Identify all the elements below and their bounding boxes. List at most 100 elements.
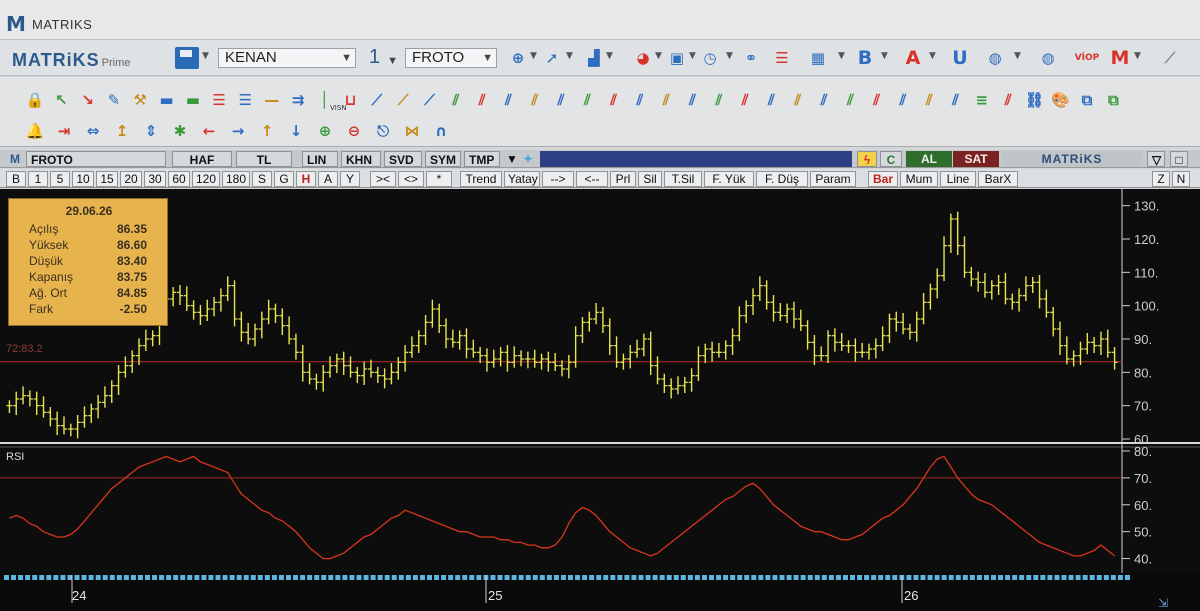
arrow-left-icon[interactable]: ← [198, 120, 220, 142]
handshake-icon[interactable]: ⚭ [741, 49, 761, 67]
fib9-icon[interactable]: ⫽ [655, 89, 677, 111]
tool-4[interactable]: <-- [576, 171, 608, 187]
edit-icon[interactable]: ✎ [103, 89, 125, 111]
chart-type-mum[interactable]: Mum [900, 171, 938, 187]
tool-1[interactable]: Trend [460, 171, 502, 187]
save-dropdown-icon[interactable]: ▼ [202, 51, 209, 61]
period-1[interactable]: 1 [28, 171, 48, 187]
button-svd[interactable]: SVD [384, 151, 422, 167]
parallel-icon[interactable]: ⫽ [997, 89, 1019, 111]
exit-icon[interactable]: ⎋ [372, 120, 394, 142]
tool-9[interactable]: F. Düş [756, 171, 808, 187]
fib5-icon[interactable]: ⫽ [550, 89, 572, 111]
arrow-down-right-icon[interactable]: ↘ [77, 89, 99, 111]
line-chart-icon[interactable]: ⟋ [1160, 49, 1180, 67]
list-icon[interactable]: ☰ [772, 49, 792, 67]
shrink-v-icon[interactable]: ↥ [111, 120, 133, 142]
fib15-icon[interactable]: ⫽ [813, 89, 835, 111]
buy-button[interactable]: AL [906, 151, 952, 167]
chart-type-bar[interactable]: Bar [868, 171, 898, 187]
dropdown-icon[interactable]: ▼ [726, 51, 733, 61]
dropdown-icon[interactable]: ▼ [881, 51, 888, 61]
fib3-icon[interactable]: ⫽ [497, 89, 519, 111]
arrow-up-icon[interactable]: ↑ [256, 120, 278, 142]
refresh-c-icon[interactable]: C [880, 151, 902, 167]
fib14-icon[interactable]: ⫽ [787, 89, 809, 111]
button-sym[interactable]: SYM [425, 151, 461, 167]
arrow-down-icon[interactable]: ↓ [285, 120, 307, 142]
bold-b-icon[interactable]: B [855, 49, 875, 68]
zoom-out-icon[interactable]: ⊖ [343, 120, 365, 142]
fib20-icon[interactable]: ⫽ [945, 89, 967, 111]
period-180[interactable]: 180 [222, 171, 250, 187]
save-icon[interactable] [175, 47, 199, 69]
expand-h-icon[interactable]: ⇔ [82, 120, 104, 142]
shrink-h-icon[interactable]: ⇥ [53, 120, 75, 142]
cursor-icon[interactable]: ➚ [542, 49, 562, 67]
button-khn[interactable]: KHN [341, 151, 381, 167]
period-120[interactable]: 120 [192, 171, 220, 187]
user-combo[interactable]: KENAN ▼ [218, 48, 356, 68]
button-tmp[interactable]: TMP [464, 151, 500, 167]
chart-period[interactable]: HAF [172, 151, 232, 167]
lightning-icon[interactable]: ϟ [857, 151, 877, 167]
button-lin[interactable]: LIN [302, 151, 338, 167]
fib2-icon[interactable]: ⫽ [471, 89, 493, 111]
tool-7[interactable]: T.Sil [664, 171, 702, 187]
hline-icon[interactable]: — [261, 89, 283, 111]
fib4-icon[interactable]: ⫽ [524, 89, 546, 111]
chart-currency[interactable]: TL [236, 151, 292, 167]
period-y[interactable]: Y [340, 171, 360, 187]
bell-icon[interactable]: 🔔 [24, 120, 46, 142]
dropdown-icon[interactable]: ▼ [530, 51, 537, 61]
viop-icon[interactable]: VİOP [1074, 49, 1100, 67]
trend1-icon[interactable]: ⟋ [366, 89, 388, 111]
dropdown-icon[interactable]: ▼ [1014, 51, 1021, 61]
tool-5[interactable]: Prl [610, 171, 636, 187]
period-5[interactable]: 5 [50, 171, 70, 187]
globe-icon[interactable]: ◍ [985, 49, 1005, 67]
fib17-icon[interactable]: ⫽ [866, 89, 888, 111]
period-a[interactable]: A [318, 171, 338, 187]
dropdown-icon[interactable]: ▼ [1134, 51, 1141, 61]
link-icon[interactable]: ⛓ [1023, 89, 1045, 111]
layout-number[interactable]: 1 ▼ [363, 47, 401, 68]
trend2-icon[interactable]: ⟋ [392, 89, 414, 111]
sell-button[interactable]: SAT [953, 151, 999, 167]
window-control-icon[interactable]: □ [1170, 151, 1188, 167]
chart-svg[interactable]: 60.70.80.90.100.110.120.130.40.50.60.70.… [0, 189, 1200, 611]
tools-icon[interactable]: ⚒ [129, 89, 151, 111]
copy-icon[interactable]: ⧉ [1076, 89, 1098, 111]
globe2-icon[interactable]: ◍ [1038, 49, 1058, 67]
tool-2[interactable]: Yatay [504, 171, 540, 187]
fib7-icon[interactable]: ⫽ [603, 89, 625, 111]
tool-10[interactable]: Param [810, 171, 856, 187]
fib8-icon[interactable]: ⫽ [629, 89, 651, 111]
zoom-in-icon[interactable]: ⊕ [314, 120, 336, 142]
asterisk-icon[interactable]: ✱ [169, 120, 191, 142]
dropdown-icon[interactable]: ▼ [566, 51, 573, 61]
news-icon[interactable]: ▦ [808, 49, 828, 67]
dropdown-icon[interactable]: ▼ [606, 51, 613, 61]
nav-button[interactable]: <> [398, 171, 424, 187]
arrow-right-icon[interactable]: → [227, 120, 249, 142]
fib11-icon[interactable]: ⫽ [708, 89, 730, 111]
chart-type-line[interactable]: Line [940, 171, 976, 187]
period-g[interactable]: G [274, 171, 294, 187]
dropdown-icon[interactable]: ▼ [929, 51, 936, 61]
dropdown-icon[interactable]: ▼ [689, 51, 696, 61]
scroll-icon[interactable]: ⇲ [1158, 596, 1172, 610]
paint-icon[interactable]: 🎨 [1050, 89, 1072, 111]
matriks-m-icon[interactable]: M [1110, 49, 1130, 68]
bowtie-icon[interactable]: ⋈ [401, 120, 423, 142]
period-15[interactable]: 15 [96, 171, 118, 187]
chevron-down-icon[interactable]: ▼ [502, 151, 518, 167]
pie-chart-icon[interactable]: ◕ [633, 49, 653, 67]
fib1-icon[interactable]: ⫽ [445, 89, 467, 111]
restore-icon[interactable]: ▽ [1147, 151, 1165, 167]
font-a-icon[interactable]: A [903, 49, 923, 68]
fib16-icon[interactable]: ⫽ [839, 89, 861, 111]
period-60[interactable]: 60 [168, 171, 190, 187]
nav-button[interactable]: >< [370, 171, 396, 187]
hlines-icon[interactable]: ☰ [208, 89, 230, 111]
